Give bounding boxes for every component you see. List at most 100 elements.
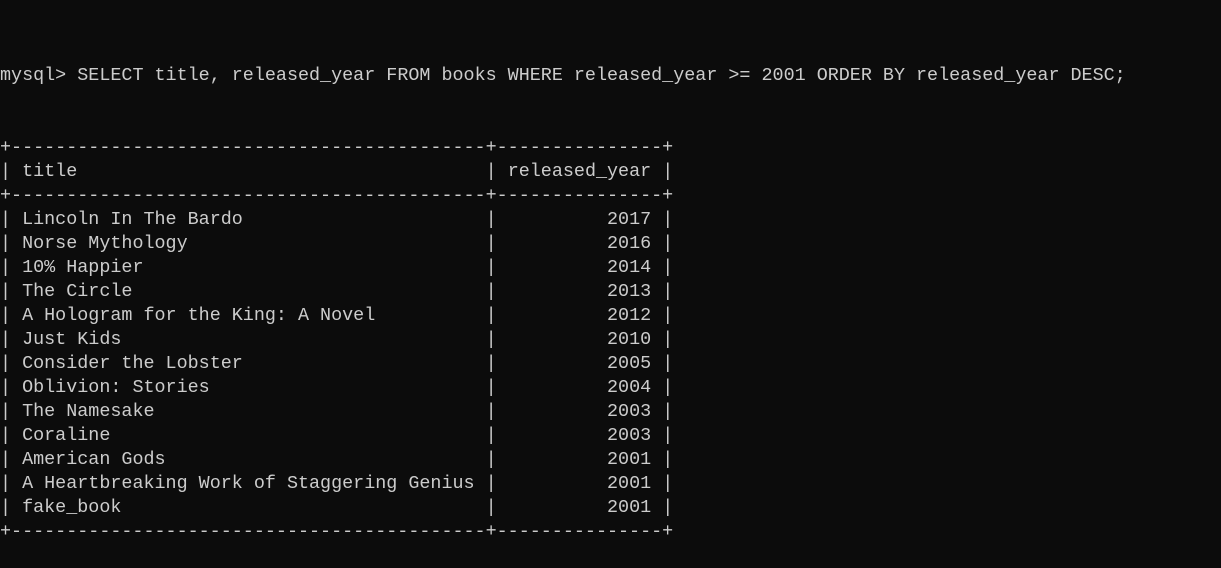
padding — [143, 257, 474, 278]
table-cell: American Gods — [22, 449, 166, 470]
table-cell: The Namesake — [22, 401, 155, 422]
table-cell: The Circle — [22, 281, 133, 302]
padding — [508, 257, 607, 278]
padding — [508, 209, 607, 230]
column-separator: | — [474, 449, 508, 470]
column-separator: | — [0, 209, 23, 230]
sql-command: SELECT title, released_year FROM books W… — [77, 65, 1126, 86]
table-cell: fake_book — [22, 497, 122, 518]
padding — [243, 209, 475, 230]
table-cell: Oblivion: Stories — [22, 377, 210, 398]
table-cell: A Heartbreaking Work of Staggering Geniu… — [22, 473, 475, 494]
table-cell: Consider the Lobster — [22, 353, 243, 374]
column-separator: | — [651, 473, 674, 494]
table-row: | American Gods | 2001 | — [0, 448, 1126, 472]
padding — [188, 233, 475, 254]
table-cell: Coraline — [22, 425, 111, 446]
column-separator: | — [0, 257, 23, 278]
table-border: +---------------------------------------… — [0, 185, 674, 206]
column-separator: | — [0, 449, 23, 470]
column-separator: | — [474, 161, 508, 182]
column-separator: | — [651, 353, 674, 374]
column-separator: | — [651, 209, 674, 230]
column-separator: | — [651, 257, 674, 278]
padding — [508, 281, 607, 302]
table-row: | fake_book | 2001 | — [0, 496, 1126, 520]
padding — [508, 353, 607, 374]
padding — [508, 233, 607, 254]
column-separator: | — [651, 497, 674, 518]
table-row: | Just Kids | 2010 | — [0, 328, 1126, 352]
column-separator: | — [651, 329, 674, 350]
table-cell: 2014 — [607, 257, 652, 278]
column-separator: | — [0, 473, 23, 494]
column-header: title — [22, 161, 78, 182]
padding — [375, 305, 474, 326]
padding — [77, 161, 474, 182]
command-line: mysql> SELECT title, released_year FROM … — [0, 64, 1126, 88]
column-separator: | — [651, 281, 674, 302]
padding — [508, 305, 607, 326]
column-separator: | — [0, 329, 23, 350]
padding — [508, 473, 607, 494]
table-cell: 2003 — [607, 401, 652, 422]
column-separator: | — [0, 353, 23, 374]
table-cell: 2003 — [607, 425, 652, 446]
table-row: | A Hologram for the King: A Novel | 201… — [0, 304, 1126, 328]
column-separator: | — [474, 233, 508, 254]
padding — [121, 329, 474, 350]
padding — [121, 497, 474, 518]
column-separator: | — [0, 281, 23, 302]
column-separator: | — [0, 233, 23, 254]
column-separator: | — [474, 473, 508, 494]
table-cell: A Hologram for the King: A Novel — [22, 305, 376, 326]
result-table: +---------------------------------------… — [0, 136, 1126, 544]
table-row: | The Namesake | 2003 | — [0, 400, 1126, 424]
table-cell: 2004 — [607, 377, 652, 398]
table-cell: 2005 — [607, 353, 652, 374]
column-separator: | — [474, 377, 508, 398]
column-separator: | — [474, 257, 508, 278]
table-cell: 10% Happier — [22, 257, 144, 278]
table-row: | Oblivion: Stories | 2004 | — [0, 376, 1126, 400]
padding — [508, 377, 607, 398]
table-border: +---------------------------------------… — [0, 521, 674, 542]
table-row: | Lincoln In The Bardo | 2017 | — [0, 208, 1126, 232]
column-separator: | — [651, 425, 674, 446]
column-separator: | — [0, 161, 23, 182]
table-cell: 2001 — [607, 497, 652, 518]
padding — [132, 281, 474, 302]
padding — [243, 353, 475, 374]
table-cell: 2001 — [607, 473, 652, 494]
table-row: | Coraline | 2003 | — [0, 424, 1126, 448]
table-cell: Norse Mythology — [22, 233, 188, 254]
column-separator: | — [0, 305, 23, 326]
column-separator: | — [651, 449, 674, 470]
column-separator: | — [0, 497, 23, 518]
padding — [155, 401, 475, 422]
column-separator: | — [651, 233, 674, 254]
table-cell: Just Kids — [22, 329, 122, 350]
padding — [508, 449, 607, 470]
column-separator: | — [0, 401, 23, 422]
column-separator: | — [474, 425, 508, 446]
column-separator: | — [651, 305, 674, 326]
column-separator: | — [474, 497, 508, 518]
column-separator: | — [0, 377, 23, 398]
padding — [508, 329, 607, 350]
column-separator: | — [651, 377, 674, 398]
table-border: +---------------------------------------… — [0, 137, 674, 158]
column-separator: | — [651, 161, 674, 182]
header-row: | title | released_year | — [0, 160, 1126, 184]
terminal-window[interactable]: mysql> SELECT title, released_year FROM … — [0, 16, 1126, 568]
table-cell: 2017 — [607, 209, 652, 230]
table-row: | Norse Mythology | 2016 | — [0, 232, 1126, 256]
padding — [508, 425, 607, 446]
column-separator: | — [474, 401, 508, 422]
table-cell: 2012 — [607, 305, 652, 326]
padding — [110, 425, 474, 446]
padding — [508, 497, 607, 518]
column-separator: | — [474, 209, 508, 230]
column-separator: | — [474, 329, 508, 350]
padding — [508, 401, 607, 422]
